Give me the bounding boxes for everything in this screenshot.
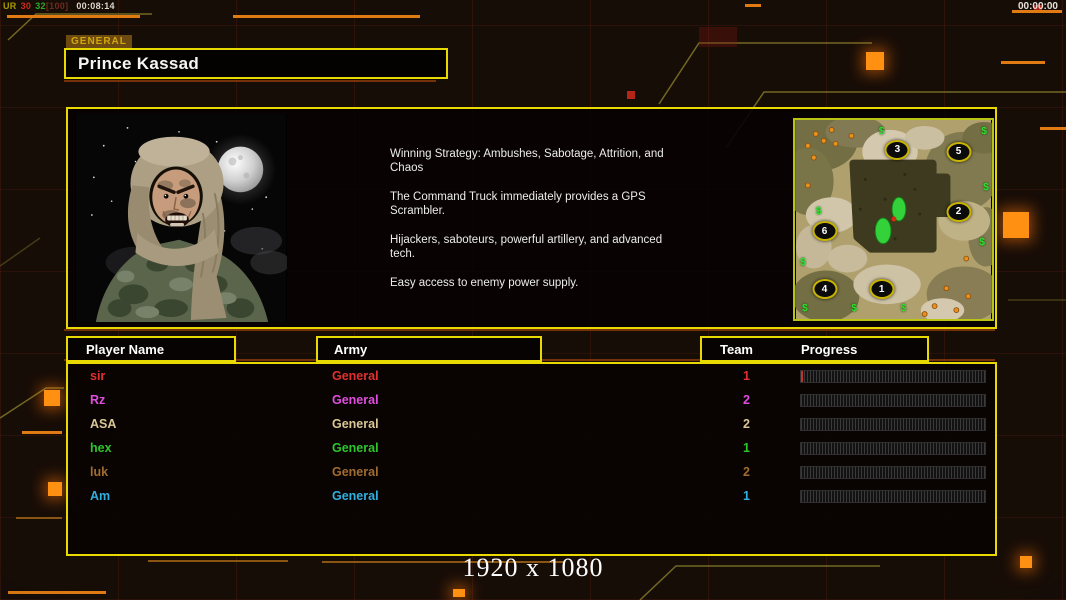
general-name-title: Prince Kassad	[64, 48, 448, 79]
player-name: ASA	[90, 417, 117, 431]
supply-dollar-icon: $	[851, 303, 857, 315]
player-row: hex General 1	[68, 436, 995, 460]
player-name: hex	[90, 441, 112, 455]
supply-dollar-icon: $	[981, 125, 987, 137]
supply-dollar-icon: $	[815, 205, 822, 217]
start-position-number: 3	[894, 144, 901, 156]
decor-accent-line	[1001, 61, 1045, 64]
match-timer: 00:00:00	[1017, 1, 1058, 12]
player-army: General	[332, 441, 379, 455]
player-name: Am	[90, 489, 111, 503]
decor-accent-line	[233, 15, 420, 18]
player-team: 2	[743, 417, 750, 431]
fps-debug-readout: UR 30 32[100] 00:08:14	[3, 1, 119, 11]
supply-dollar-icon: $	[802, 303, 808, 315]
decor-glow-square	[866, 52, 884, 70]
supply-dollar-icon: $	[983, 181, 989, 193]
player-row: Rz General 2	[68, 388, 995, 412]
briefing-paragraph: Hijackers, saboteurs, powerful artillery…	[390, 234, 663, 260]
header-label-team: Team	[720, 341, 753, 357]
resolution-label: 1920 x 1080	[462, 553, 604, 582]
map-start-position: 5	[946, 141, 971, 162]
briefing-paragraph: Winning Strategy: Ambushes, Sabotage, At…	[390, 148, 664, 174]
player-row: ASA General 2	[68, 412, 995, 436]
player-team: 2	[743, 465, 750, 479]
decor-accent-line	[22, 431, 62, 434]
column-header-team-progress: Team Progress	[700, 336, 929, 362]
player-name: luk	[90, 465, 109, 479]
player-row: Am General 1	[68, 484, 995, 508]
player-progress-bar	[800, 418, 986, 431]
decor-dim-block	[699, 27, 737, 47]
supply-dollar-icon: $	[878, 125, 885, 137]
player-army: General	[332, 369, 379, 383]
player-team: 1	[743, 489, 750, 503]
supply-dollar-icon: $	[900, 303, 907, 315]
general-portrait	[75, 114, 290, 322]
supply-dollar-icon: $	[800, 257, 806, 269]
player-progress-bar	[800, 370, 986, 383]
header-label: Player Name	[86, 341, 165, 357]
map-start-position: 6	[812, 221, 838, 242]
player-name: sir	[90, 369, 106, 383]
decor-glow-square	[453, 589, 465, 597]
column-header-army: Army	[316, 336, 542, 362]
map-preview: $ $ $ $ $ $ $ $ $ 1 2 3 4 5 6	[793, 118, 994, 321]
briefing-text: Winning Strategy: Ambushes, Sabotage, At…	[390, 147, 690, 305]
decor-glow-square	[44, 390, 60, 406]
player-army: General	[332, 417, 379, 431]
map-start-position: 1	[869, 279, 895, 300]
player-progress-bar	[800, 466, 986, 479]
map-start-position: 3	[884, 139, 910, 160]
decor-rust-line	[64, 80, 436, 82]
start-position-number: 5	[955, 146, 962, 158]
supply-dollar-icon: $	[979, 237, 985, 249]
general-briefing-panel: Winning Strategy: Ambushes, Sabotage, At…	[66, 107, 997, 329]
progress-fill	[801, 371, 803, 382]
player-name: Rz	[90, 393, 106, 407]
decor-glow-square	[48, 482, 62, 496]
general-name-text: Prince Kassad	[78, 53, 200, 73]
debug-ur: UR	[3, 1, 17, 11]
debug-bracket: [100]	[45, 1, 69, 11]
player-progress-bar	[800, 442, 986, 455]
player-team: 1	[743, 369, 750, 383]
decor-rust-line	[64, 329, 995, 331]
player-team: 1	[743, 441, 750, 455]
decor-glow-square	[1003, 212, 1029, 238]
start-position-number: 6	[821, 225, 828, 237]
debug-value: 32	[35, 1, 46, 11]
map-start-position: 4	[812, 279, 838, 300]
briefing-paragraph: Easy access to enemy power supply.	[390, 277, 579, 289]
header-label: Army	[334, 341, 368, 357]
decor-accent-line	[8, 591, 106, 594]
header-label-progress: Progress	[801, 341, 858, 357]
decor-red-square	[627, 91, 635, 99]
player-progress-bar	[800, 394, 986, 407]
decor-accent-line	[16, 517, 62, 519]
player-army: General	[332, 393, 379, 407]
column-header-player-name: Player Name	[66, 336, 236, 362]
general-rank-tag: GENERAL	[66, 35, 132, 48]
player-row: sir General 1	[68, 364, 995, 388]
map-start-position: 2	[946, 201, 971, 222]
player-army: General	[332, 489, 379, 503]
player-row: luk General 2	[68, 460, 995, 484]
briefing-paragraph: The Command Truck immediately provides a…	[390, 191, 646, 217]
player-army: General	[332, 465, 379, 479]
portrait-illustration	[76, 114, 290, 322]
debug-fps: 30	[20, 1, 32, 11]
start-position-number: 2	[955, 206, 962, 218]
decor-accent-line	[1040, 127, 1066, 130]
debug-time: 00:08:14	[76, 1, 115, 11]
player-list-panel: sir General 1 Rz General 2 ASA General 2…	[66, 362, 997, 556]
player-team: 2	[743, 393, 750, 407]
start-position-number: 4	[821, 283, 828, 295]
start-position-number: 1	[878, 283, 885, 295]
decor-accent-line	[7, 15, 140, 18]
player-progress-bar	[800, 490, 986, 503]
decor-accent-line	[745, 4, 761, 7]
